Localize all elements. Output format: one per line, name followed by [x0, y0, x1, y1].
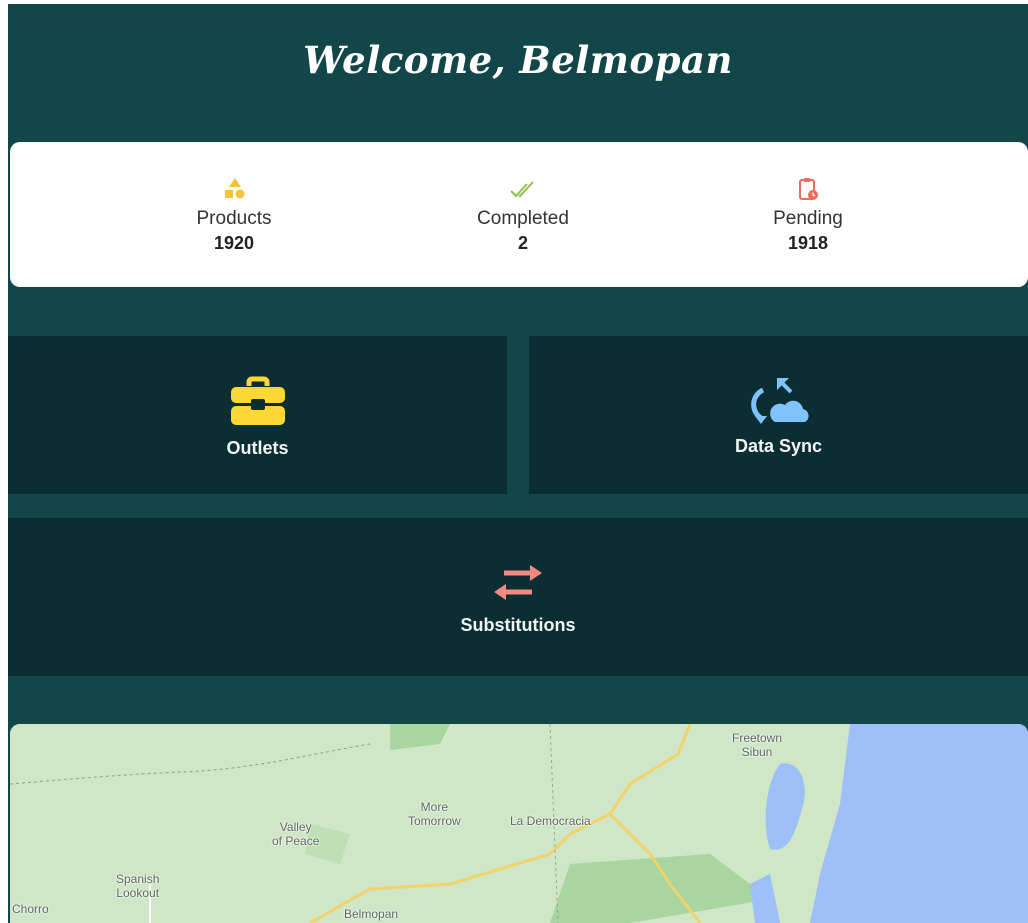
- map-view[interactable]: Freetown Sibun More Tomorrow La Democracia…: [10, 724, 1028, 923]
- briefcase-icon: [230, 376, 285, 425]
- double-check-icon: [510, 181, 534, 198]
- stat-value: 2: [517, 233, 528, 253]
- map-label-la-democracia: La Democracia: [510, 814, 591, 828]
- stat-value: 1918: [787, 233, 829, 253]
- clipboard-clock-icon: [799, 178, 818, 200]
- shapes-icon: [225, 178, 245, 199]
- stats-card: Products 1920 Completed 2 Pending 1918: [10, 142, 1028, 287]
- map-label-valley-of-peace: Valley of Peace: [272, 820, 320, 848]
- substitutions-label: Substitutions: [460, 615, 576, 635]
- swap-arrows-icon: [494, 565, 542, 600]
- map-label-belmopan: Belmopan: [344, 907, 399, 921]
- dashboard-screen: Welcome, Belmopan Products 1920 Complete…: [8, 4, 1028, 923]
- data-sync-label: Data Sync: [734, 436, 823, 456]
- welcome-title: Welcome, Belmopan: [303, 38, 733, 82]
- stat-label: Products: [196, 208, 272, 229]
- stat-label: Pending: [773, 208, 843, 229]
- map-label-freetown: Freetown Sibun: [732, 731, 783, 759]
- map-label-chorro: Chorro: [12, 902, 49, 916]
- outlets-tile[interactable]: Outlets: [8, 336, 507, 494]
- map-label-more-tomorrow: More Tomorrow: [408, 800, 461, 828]
- substitutions-tile[interactable]: Substitutions: [8, 518, 1028, 676]
- outlets-label: Outlets: [226, 438, 289, 458]
- stat-completed: Completed 2: [423, 176, 623, 254]
- stat-products: Products 1920: [134, 176, 334, 254]
- map-label-spanish-lookout: Spanish Lookout: [116, 872, 160, 900]
- cloud-sync-icon: [750, 378, 809, 424]
- stat-pending: Pending 1918: [708, 176, 908, 254]
- data-sync-tile[interactable]: Data Sync: [529, 336, 1028, 494]
- stat-value: 1920: [213, 233, 255, 253]
- stat-label: Completed: [477, 208, 569, 229]
